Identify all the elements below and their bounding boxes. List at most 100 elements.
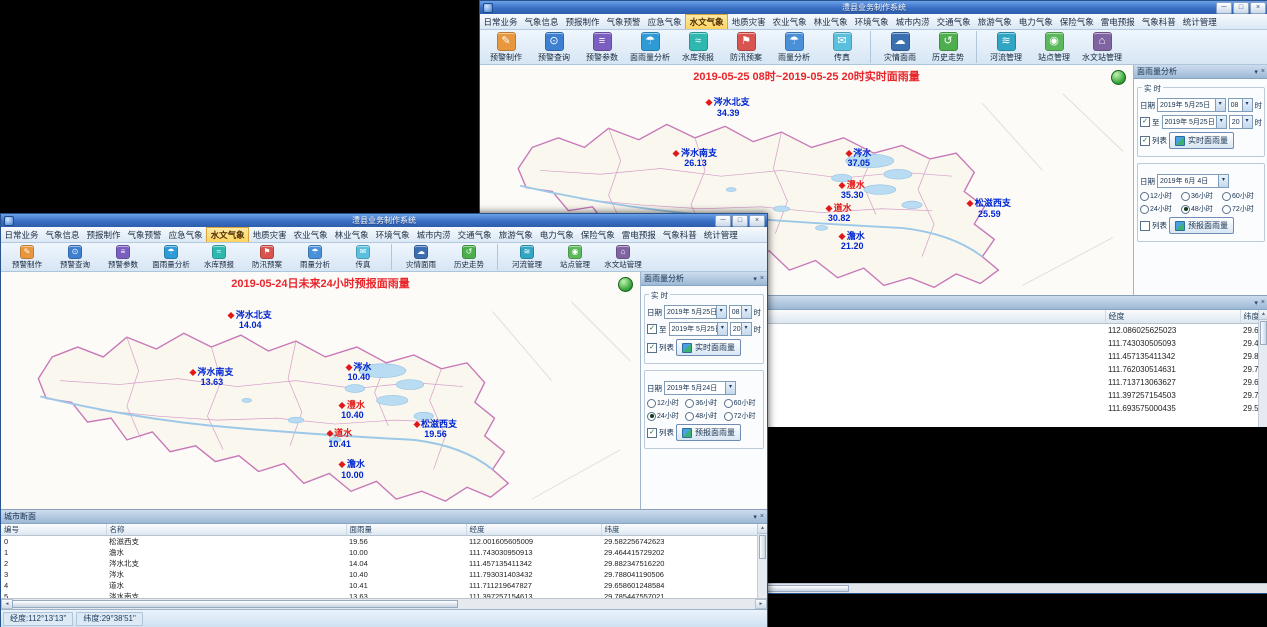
toolbar-button[interactable]: ⚑ 防汛预案 — [243, 244, 291, 270]
start-hour-combo[interactable]: 08▾ — [729, 305, 752, 319]
menu-tab[interactable]: 气象科普 — [1138, 14, 1179, 29]
station-marker[interactable]: 澧水 35.30 — [840, 180, 865, 201]
menu-tab[interactable]: 交通气象 — [933, 14, 974, 29]
map-area[interactable]: 2019-05-24日未来24小时预报面雨量 涔水北支 14.04 涔水南支 1… — [1, 272, 641, 509]
scrollbar-thumb[interactable] — [12, 600, 458, 608]
menu-tab[interactable]: 环境气象 — [851, 14, 892, 29]
toolbar-button[interactable]: ≈ 水库预报 — [674, 31, 722, 63]
toolbar-button[interactable]: ✎ 预警制作 — [482, 31, 530, 63]
maximize-button[interactable]: □ — [1233, 2, 1249, 14]
toolbar-button[interactable]: ☂ 面雨量分析 — [147, 244, 195, 270]
menu-tab[interactable]: 农业气象 — [290, 227, 331, 242]
scroll-right-icon[interactable]: ► — [755, 599, 767, 609]
scroll-up-icon[interactable]: ▲ — [758, 524, 767, 534]
panel-close-icon[interactable]: × — [760, 275, 764, 283]
list-checkbox[interactable]: ✓ — [1140, 136, 1150, 146]
column-header[interactable]: 名称 — [106, 524, 346, 536]
toolbar-button[interactable]: ☁ 灾情面雨 — [876, 31, 924, 63]
toolbar-button[interactable]: ⚑ 防汛预案 — [722, 31, 770, 63]
duration-radio[interactable]: 48小时 — [1181, 204, 1221, 214]
panel-menu-icon[interactable]: ▾ — [1254, 68, 1258, 76]
menu-tab[interactable]: 电力气象 — [536, 227, 577, 242]
menu-tab[interactable]: 气象信息 — [42, 227, 83, 242]
end-date-combo[interactable]: 2019年 5月25日▾ — [1162, 115, 1227, 129]
start-date-combo[interactable]: 2019年 5月25日▾ — [664, 305, 727, 319]
panel-close-icon[interactable]: × — [1261, 68, 1265, 76]
toolbar-button[interactable]: ☂ 雨量分析 — [291, 244, 339, 270]
duration-radio[interactable]: 24小时 — [647, 411, 684, 421]
end-date-combo[interactable]: 2019年 5月25日▾ — [669, 322, 728, 336]
column-header[interactable]: 经度 — [1105, 310, 1240, 324]
scroll-up-icon[interactable]: ▲ — [1259, 310, 1267, 320]
table-row[interactable]: 5 涔水南支 13.63 111.397257154613 29.7854475… — [1, 591, 758, 598]
end-hour-combo[interactable]: 20▾ — [730, 322, 752, 336]
column-header[interactable]: 面雨量 — [740, 310, 1105, 324]
end-hour-combo[interactable]: 20▾ — [1229, 115, 1253, 129]
end-time-checkbox[interactable]: ✓ — [647, 324, 657, 334]
station-marker[interactable]: 道水 30.82 — [827, 203, 852, 224]
scrollbar-thumb[interactable] — [1260, 321, 1267, 345]
menu-tab[interactable]: 水文气象 — [685, 14, 728, 29]
panel-close-icon[interactable]: × — [1261, 299, 1265, 307]
menu-tab[interactable]: 水文气象 — [206, 227, 249, 242]
menu-tab[interactable]: 地质灾害 — [728, 14, 769, 29]
station-marker[interactable]: 涔水北支 34.39 — [707, 97, 750, 118]
toolbar-button[interactable]: ✎ 预警制作 — [3, 244, 51, 270]
table-row[interactable]: 1 澹水 10.00 111.743030950913 29.464415729… — [1, 547, 758, 558]
station-marker[interactable]: 涔水北支 14.04 — [229, 310, 272, 331]
toolbar-button[interactable]: ◉ 站点管理 — [551, 244, 599, 270]
titlebar[interactable]: 澧县业务制作系统 ─ □ × — [1, 214, 767, 227]
duration-radio[interactable]: 36小时 — [685, 398, 722, 408]
panel-menu-icon[interactable]: ▾ — [753, 275, 757, 283]
menu-tab[interactable]: 统计管理 — [1179, 14, 1220, 29]
menu-tab[interactable]: 气象科普 — [659, 227, 700, 242]
toolbar-button[interactable]: ☂ 面雨量分析 — [626, 31, 674, 63]
vertical-scrollbar[interactable]: ▲ — [757, 524, 767, 598]
table-row[interactable]: 2 涔水北支 14.04 111.457135411342 29.8823475… — [1, 558, 758, 569]
station-marker[interactable]: 涔水南支 26.13 — [674, 148, 717, 169]
duration-radio[interactable]: 36小时 — [1181, 191, 1221, 201]
menu-tab[interactable]: 旅游气象 — [495, 227, 536, 242]
toolbar-button[interactable]: ≡ 预警参数 — [578, 31, 626, 63]
menu-tab[interactable]: 应急气象 — [644, 14, 685, 29]
duration-radio[interactable]: 72小时 — [1222, 204, 1262, 214]
duration-radio[interactable]: 72小时 — [724, 411, 761, 421]
close-button[interactable]: × — [1250, 2, 1266, 14]
toolbar-button[interactable]: ✉ 传真 — [339, 244, 392, 270]
titlebar[interactable]: 澧县业务制作系统 ─ □ × — [480, 1, 1267, 14]
menu-tab[interactable]: 保险气象 — [577, 227, 618, 242]
duration-radio[interactable]: 24小时 — [1140, 204, 1180, 214]
toolbar-button[interactable]: ⊙ 预警查询 — [51, 244, 99, 270]
forecast-list-checkbox[interactable]: ✓ — [647, 428, 657, 438]
menu-tab[interactable]: 旅游气象 — [974, 14, 1015, 29]
panel-menu-icon[interactable]: ▾ — [753, 513, 757, 521]
toolbar-button[interactable]: ↺ 历史走势 — [924, 31, 977, 63]
menu-tab[interactable]: 林业气象 — [810, 14, 851, 29]
vertical-scrollbar[interactable]: ▲ — [1258, 310, 1267, 427]
menu-tab[interactable]: 日常业务 — [1, 227, 42, 242]
menu-tab[interactable]: 环境气象 — [372, 227, 413, 242]
toolbar-button[interactable]: ⌂ 水文站管理 — [1078, 31, 1126, 63]
list-checkbox[interactable]: ✓ — [647, 343, 657, 353]
start-hour-combo[interactable]: 08▾ — [1228, 98, 1253, 112]
table-row[interactable]: 4 道水 10.41 111.711219647827 29.658601248… — [1, 580, 758, 591]
column-header[interactable]: 纬度 — [601, 524, 758, 536]
toolbar-button[interactable]: ↺ 历史走势 — [445, 244, 498, 270]
menu-tab[interactable]: 气象信息 — [521, 14, 562, 29]
station-marker[interactable]: 涔水 10.40 — [346, 362, 371, 383]
toolbar-button[interactable]: ◉ 站点管理 — [1030, 31, 1078, 63]
station-marker[interactable]: 松滋西支 19.56 — [414, 419, 457, 440]
menu-tab[interactable]: 统计管理 — [700, 227, 741, 242]
menu-tab[interactable]: 应急气象 — [165, 227, 206, 242]
menu-tab[interactable]: 雷电预报 — [1097, 14, 1138, 29]
toolbar-button[interactable]: ≈ 水库预报 — [195, 244, 243, 270]
menu-tab[interactable]: 预报制作 — [562, 14, 603, 29]
menu-tab[interactable]: 林业气象 — [331, 227, 372, 242]
menu-tab[interactable]: 农业气象 — [769, 14, 810, 29]
menu-tab[interactable]: 保险气象 — [1056, 14, 1097, 29]
duration-radio[interactable]: 60小时 — [1222, 191, 1262, 201]
scrollbar-thumb[interactable] — [759, 535, 766, 559]
duration-radio[interactable]: 60小时 — [724, 398, 761, 408]
maximize-button[interactable]: □ — [732, 215, 748, 227]
forecast-rainfall-button[interactable]: 预报面雨量 — [1169, 217, 1234, 234]
